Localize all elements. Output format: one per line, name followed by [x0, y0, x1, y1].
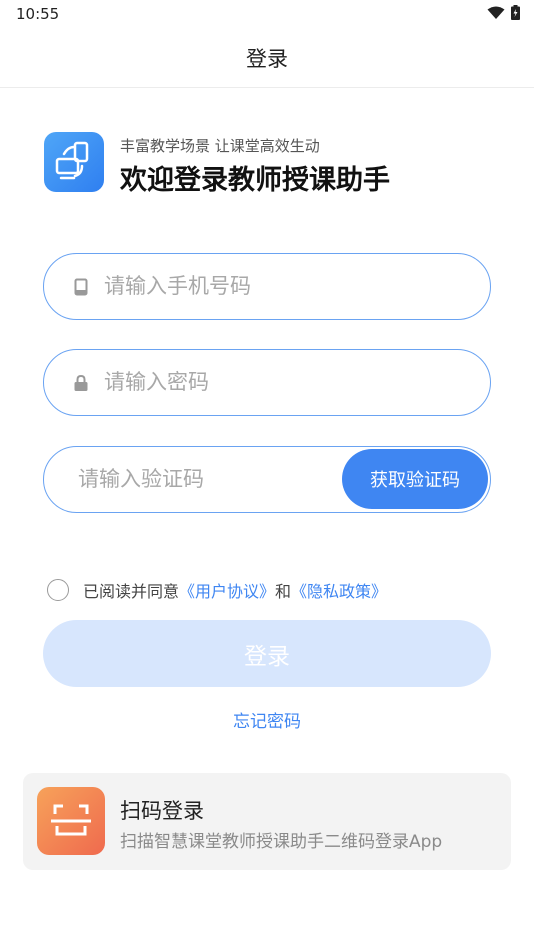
- page-title: 登录: [246, 46, 288, 71]
- status-time: 10:55: [16, 5, 60, 23]
- user-agreement-link[interactable]: 《用户协议》: [179, 578, 275, 602]
- login-button[interactable]: 登录: [43, 620, 491, 687]
- agree-and: 和: [275, 582, 292, 601]
- agree-prefix: 已阅读并同意: [83, 582, 180, 601]
- nav-bar: 登录: [0, 28, 534, 88]
- scan-icon-badge: [37, 787, 105, 855]
- phone-field[interactable]: [43, 253, 491, 320]
- status-icons: [487, 5, 520, 20]
- phone-icon: [74, 278, 88, 296]
- code-field[interactable]: 获取验证码: [43, 446, 491, 513]
- agreement-row: 已阅读并同意 《用户协议》 和 《隐私政策》: [47, 578, 387, 602]
- devices-icon: [55, 141, 89, 180]
- brand-header: 丰富教学场景 让课堂高效生动 欢迎登录教师授课助手: [44, 132, 504, 196]
- forgot-password-link[interactable]: 忘记密码: [0, 707, 534, 732]
- lock-icon: [74, 374, 88, 391]
- wifi-icon: [487, 6, 505, 19]
- agree-checkbox[interactable]: [47, 579, 69, 601]
- code-input[interactable]: [78, 447, 338, 511]
- get-code-button[interactable]: 获取验证码: [342, 449, 488, 509]
- privacy-policy-link[interactable]: 《隐私政策》: [291, 578, 387, 602]
- scan-login-card[interactable]: 扫码登录 扫描智慧课堂教师授课助手二维码登录App: [23, 773, 511, 870]
- battery-icon: [511, 5, 520, 20]
- brand-subtitle: 丰富教学场景 让课堂高效生动: [120, 137, 320, 155]
- brand-title: 欢迎登录教师授课助手: [120, 165, 390, 196]
- scan-icon: [51, 804, 91, 836]
- scan-login-title: 扫码登录: [120, 799, 204, 823]
- app-logo: [44, 132, 104, 192]
- scan-login-subtitle: 扫描智慧课堂教师授课助手二维码登录App: [120, 832, 443, 852]
- password-input[interactable]: [104, 350, 474, 414]
- status-bar: 10:55: [0, 0, 534, 28]
- password-field[interactable]: [43, 349, 491, 416]
- phone-input[interactable]: [104, 254, 474, 318]
